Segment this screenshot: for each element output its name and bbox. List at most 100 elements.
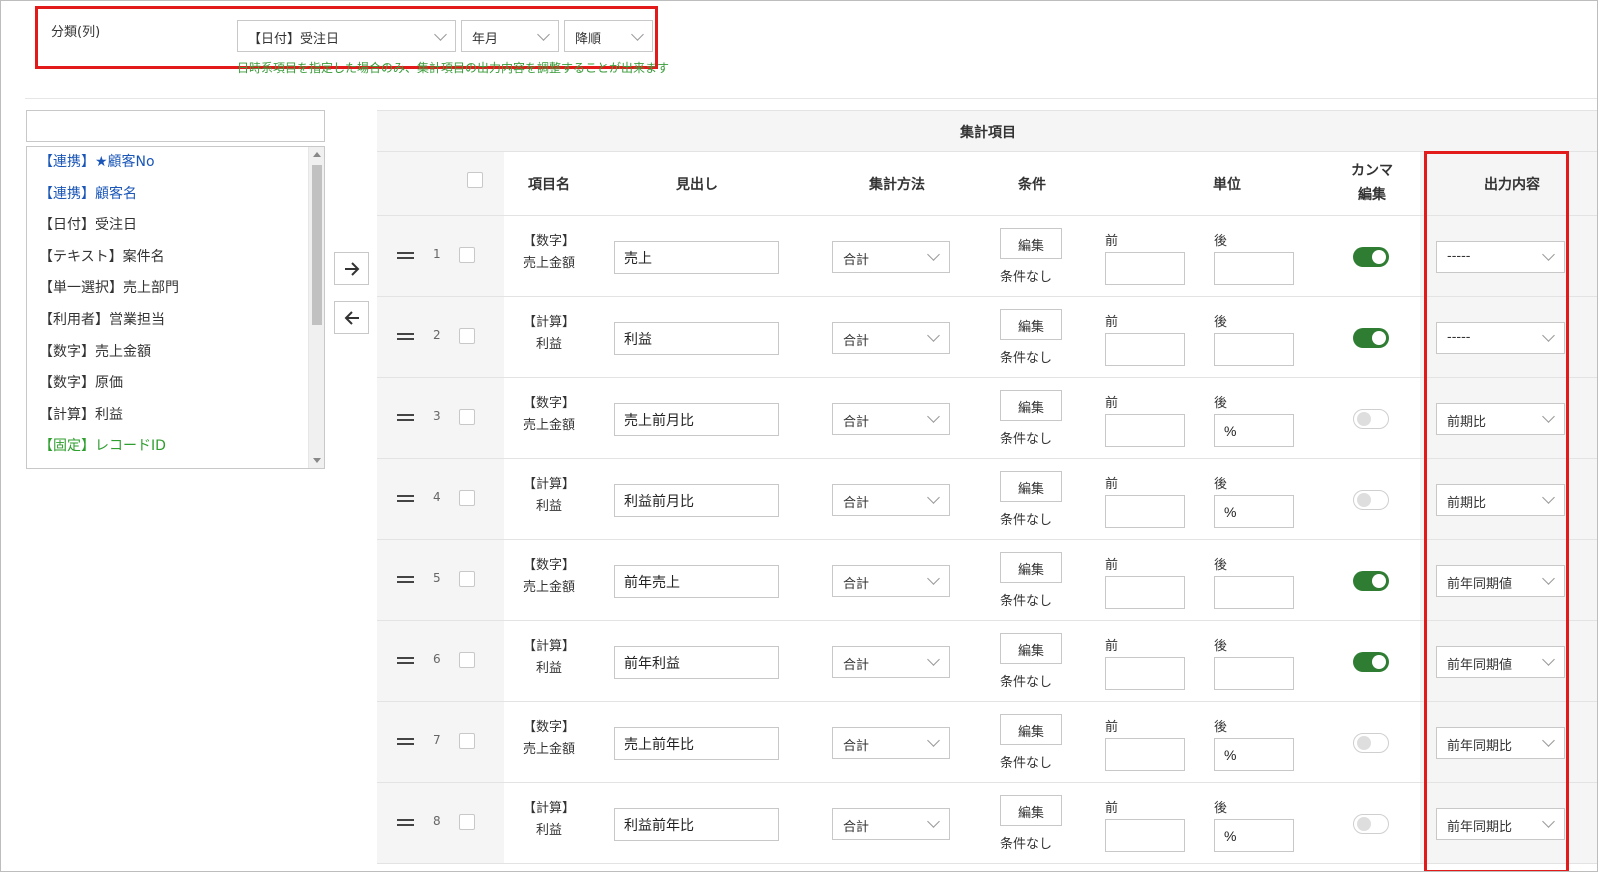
method-select[interactable]: 合計 [832, 646, 950, 678]
add-field-button[interactable] [334, 252, 369, 285]
comma-toggle[interactable] [1353, 733, 1389, 753]
heading-input[interactable] [614, 484, 779, 517]
row-checkbox[interactable] [459, 652, 475, 668]
field-list-item[interactable]: 【連携】★顧客No [39, 151, 155, 171]
output-value: ----- [1447, 330, 1471, 345]
output-select[interactable]: 前期比 [1436, 484, 1565, 516]
edit-condition-button[interactable]: 編集 [1000, 552, 1062, 583]
unit-after-input[interactable] [1214, 495, 1294, 528]
drag-handle-icon[interactable] [397, 252, 414, 259]
unit-before-input[interactable] [1105, 333, 1185, 366]
edit-condition-button[interactable]: 編集 [1000, 795, 1062, 826]
edit-condition-button[interactable]: 編集 [1000, 390, 1062, 421]
unit-before-input[interactable] [1105, 819, 1185, 852]
unit-after-input[interactable] [1214, 414, 1294, 447]
row-checkbox[interactable] [459, 409, 475, 425]
field-list-item[interactable]: 【日付】受注日 [39, 214, 137, 234]
unit-after-input[interactable] [1214, 333, 1294, 366]
field-list-item[interactable]: 【数字】原価 [39, 372, 123, 392]
method-select[interactable]: 合計 [832, 403, 950, 435]
scroll-down-icon[interactable] [313, 458, 321, 463]
output-select[interactable]: 前年同期値 [1436, 565, 1565, 597]
unit-after-input[interactable] [1214, 819, 1294, 852]
output-select[interactable]: ----- [1436, 241, 1565, 273]
heading-input[interactable] [614, 727, 779, 760]
output-select[interactable]: 前期比 [1436, 403, 1565, 435]
comma-toggle[interactable] [1353, 652, 1389, 672]
row-number: 3 [433, 409, 441, 423]
scroll-up-icon[interactable] [313, 152, 321, 157]
field-list-item[interactable]: 【連携】顧客名 [39, 183, 137, 203]
edit-condition-button[interactable]: 編集 [1000, 714, 1062, 745]
unit-before-input[interactable] [1105, 252, 1185, 285]
comma-toggle[interactable] [1353, 571, 1389, 591]
drag-handle-icon[interactable] [397, 819, 414, 826]
row-checkbox[interactable] [459, 328, 475, 344]
method-select[interactable]: 合計 [832, 241, 950, 273]
output-select[interactable]: 前年同期値 [1436, 646, 1565, 678]
unit-before-label: 前 [1105, 801, 1119, 816]
unit-after-input[interactable] [1214, 657, 1294, 690]
drag-handle-icon[interactable] [397, 738, 414, 745]
comma-toggle[interactable] [1353, 490, 1389, 510]
output-select[interactable]: 前年同期比 [1436, 808, 1565, 840]
heading-input[interactable] [614, 241, 779, 274]
heading-input[interactable] [614, 403, 779, 436]
comma-toggle[interactable] [1353, 328, 1389, 348]
method-select[interactable]: 合計 [832, 565, 950, 597]
heading-input[interactable] [614, 322, 779, 355]
edit-condition-button[interactable]: 編集 [1000, 228, 1062, 259]
drag-handle-icon[interactable] [397, 414, 414, 421]
header-comma-line2: 編集 [1358, 187, 1386, 203]
unit-before-input[interactable] [1105, 576, 1185, 609]
field-list-item[interactable]: 【テキスト】案件名 [39, 246, 165, 266]
unit-after-label: 後 [1214, 801, 1228, 816]
select-all-checkbox[interactable] [467, 172, 483, 188]
unit-after-input[interactable] [1214, 738, 1294, 771]
unit-before-input[interactable] [1105, 495, 1185, 528]
unit-after-input[interactable] [1214, 576, 1294, 609]
row-checkbox[interactable] [459, 733, 475, 749]
row-item-field: 利益 [535, 337, 562, 352]
remove-field-button[interactable] [334, 301, 369, 334]
field-list-item[interactable]: 【利用者】営業担当 [39, 309, 165, 329]
edit-condition-button[interactable]: 編集 [1000, 309, 1062, 340]
condition-status: 条件なし [1000, 675, 1053, 690]
row-checkbox[interactable] [459, 814, 475, 830]
comma-toggle[interactable] [1353, 247, 1389, 267]
unit-before-input[interactable] [1105, 414, 1185, 447]
scroll-thumb[interactable] [312, 165, 322, 325]
edit-condition-button[interactable]: 編集 [1000, 471, 1062, 502]
heading-input[interactable] [614, 808, 779, 841]
field-list-item[interactable]: 【数字】売上金額 [39, 341, 151, 361]
unit-after-input[interactable] [1214, 252, 1294, 285]
drag-handle-icon[interactable] [397, 657, 414, 664]
comma-toggle[interactable] [1353, 814, 1389, 834]
row-checkbox[interactable] [459, 571, 475, 587]
method-select[interactable]: 合計 [832, 484, 950, 516]
heading-input[interactable] [614, 565, 779, 598]
method-select[interactable]: 合計 [832, 727, 950, 759]
method-value: 合計 [843, 253, 870, 268]
drag-handle-icon[interactable] [397, 495, 414, 502]
field-list-item[interactable]: 【単一選択】売上部門 [39, 277, 179, 297]
output-select[interactable]: ----- [1436, 322, 1565, 354]
method-select[interactable]: 合計 [832, 808, 950, 840]
field-list-item[interactable]: 【計算】利益 [39, 404, 123, 424]
field-search-input[interactable] [26, 110, 325, 142]
drag-handle-icon[interactable] [397, 576, 414, 583]
heading-input[interactable] [614, 646, 779, 679]
row-item-name: 【計算】 利益 [513, 798, 585, 842]
field-list-scrollbar[interactable] [308, 147, 324, 468]
output-select[interactable]: 前年同期比 [1436, 727, 1565, 759]
row-checkbox[interactable] [459, 490, 475, 506]
unit-before-input[interactable] [1105, 657, 1185, 690]
table-row: 8【計算】利益合計編集条件なし前後前年同期比 [377, 783, 1597, 864]
row-checkbox[interactable] [459, 247, 475, 263]
unit-before-input[interactable] [1105, 738, 1185, 771]
edit-condition-button[interactable]: 編集 [1000, 633, 1062, 664]
method-select[interactable]: 合計 [832, 322, 950, 354]
field-list-item[interactable]: 【固定】レコードID [39, 435, 166, 455]
comma-toggle[interactable] [1353, 409, 1389, 429]
drag-handle-icon[interactable] [397, 333, 414, 340]
